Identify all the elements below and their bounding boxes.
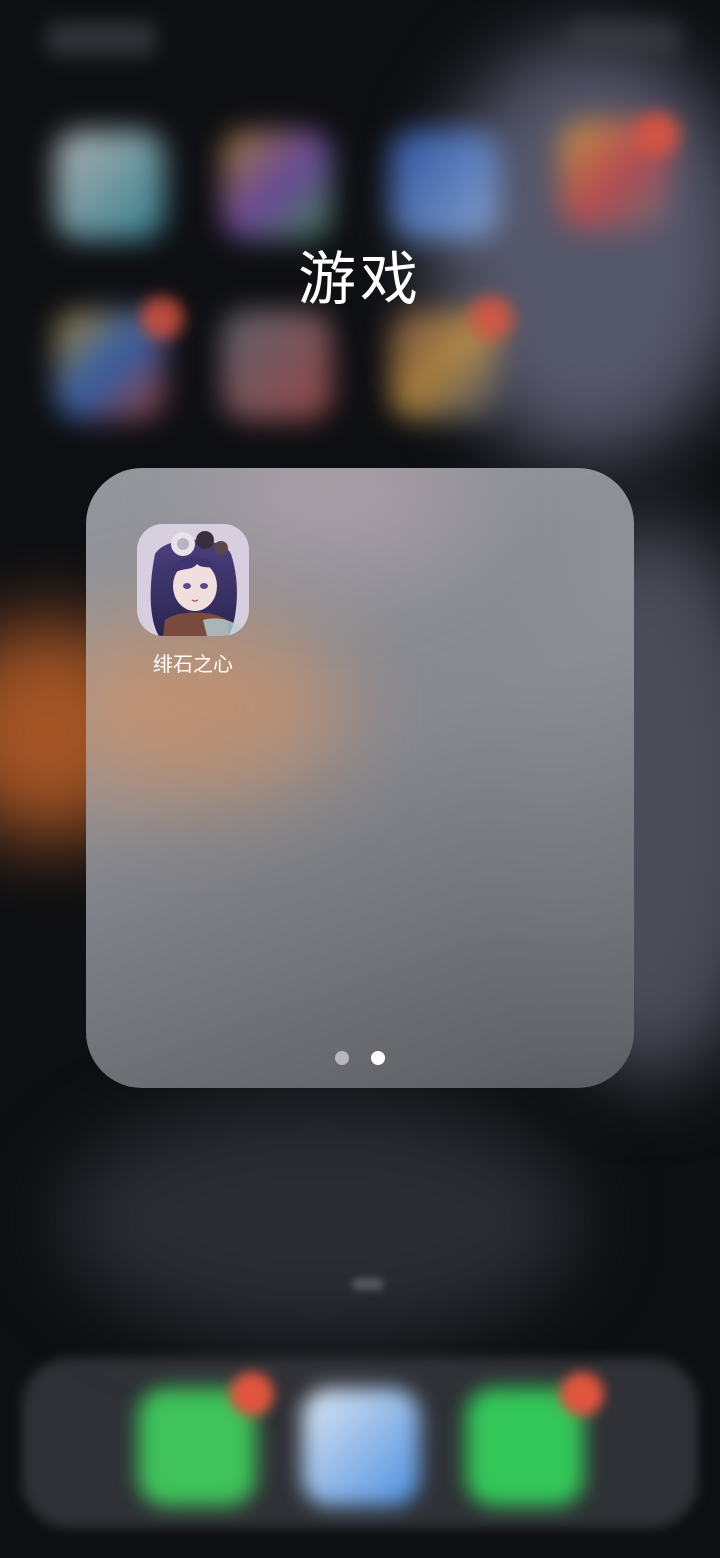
safari-icon[interactable] (302, 1388, 420, 1506)
anime-character-icon[interactable] (137, 524, 249, 636)
folder-title[interactable]: 游戏 (0, 232, 720, 316)
page-dot-1[interactable] (335, 1050, 350, 1065)
page-indicator[interactable] (86, 1047, 634, 1066)
app-label: 绯石之心 (153, 652, 233, 676)
app-feishi-zhixin[interactable]: 绯石之心 (136, 524, 250, 677)
page-dot-2-current[interactable] (370, 1050, 385, 1065)
folder-panel: 绯石之心 (86, 468, 634, 1088)
